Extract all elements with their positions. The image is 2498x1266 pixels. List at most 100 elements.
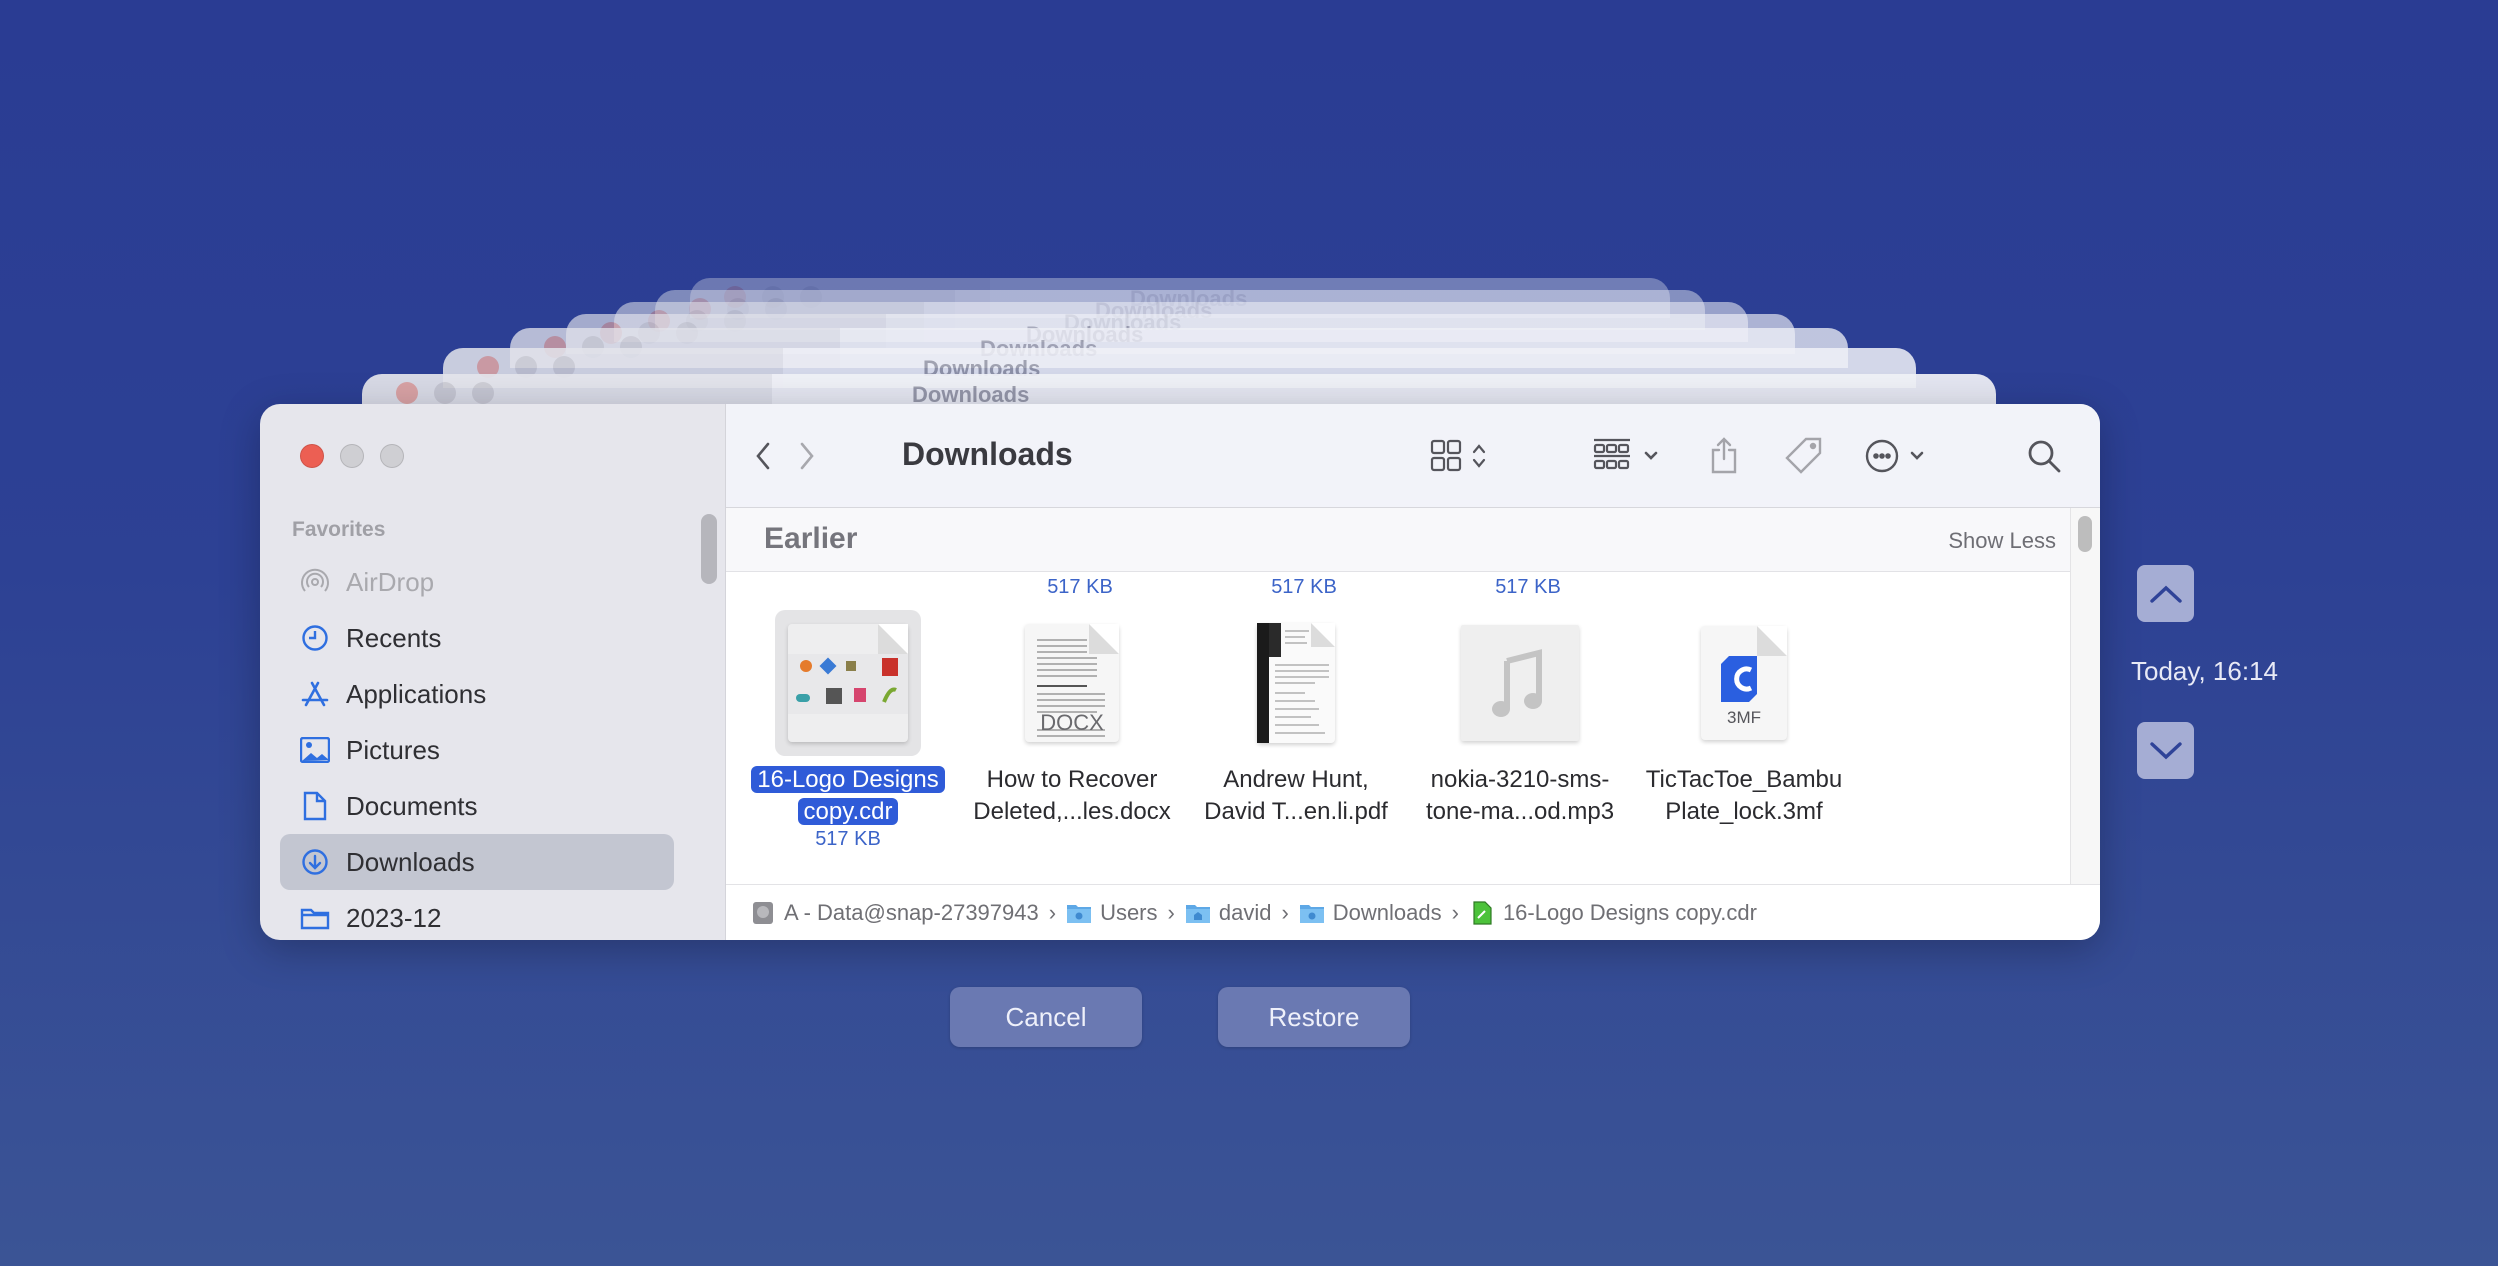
view-mode-button[interactable] [1430,434,1500,478]
restore-button[interactable]: Restore [1218,987,1410,1047]
traffic-lights [300,444,404,468]
file-thumbnail: 3MF [1671,610,1817,756]
sidebar-item-label: AirDrop [346,566,435,597]
path-separator: › [1167,899,1175,925]
file-thumbnail [1223,610,1369,756]
content-scrollbar[interactable] [2070,508,2100,884]
chevron-right-icon [800,442,814,470]
clock-icon [298,621,332,655]
file-item[interactable]: nokia-3210-sms-tone-ma...od.mp3 [1408,610,1632,828]
file-item[interactable]: Andrew Hunt, David T...en.li.pdf [1184,610,1408,828]
sidebar-item-airdrop[interactable]: AirDrop [280,554,674,610]
search-button[interactable] [2024,434,2064,478]
docx-file-icon: DOCX [1025,624,1119,742]
file-size-label: 517 KB [1495,576,1561,598]
more-actions-button[interactable] [1864,434,1944,478]
cancel-button[interactable]: Cancel [950,987,1142,1047]
downloads-folder-icon [1299,904,1324,923]
icon-grid-view-icon [1430,439,1486,472]
sidebar-item-2023-12[interactable]: 2023-12 [280,890,674,940]
favorites-section-label: Favorites [292,518,386,541]
chevron-up-icon [2149,585,2182,603]
snapshot-date-label: Today, 16:14 [2131,656,2278,686]
toolbar: Downloads [726,404,2100,508]
sidebar-item-label: Pictures [346,734,440,765]
share-button[interactable] [1704,434,1744,478]
path-separator: › [1281,899,1289,925]
file-item[interactable]: DOCX How to Recover Deleted,...les.docx [960,610,1184,828]
path-item[interactable]: Users [1066,900,1158,926]
sidebar-item-applications[interactable]: Applications [280,666,674,722]
sidebar: Favorites AirDrop Recents Applications P… [260,404,726,940]
group-by-button[interactable] [1592,434,1672,478]
path-item[interactable]: A - Data@snap-27397943 [750,900,1039,926]
chevron-down-icon [2149,741,2182,759]
download-circle-icon [298,845,332,879]
file-grid: 517 KB 517 KB 517 KB 16-Logo Designs cop… [726,572,2070,884]
file-size-label: 517 KB [1271,576,1337,598]
section-title: Earlier [764,522,858,555]
back-button[interactable] [746,434,780,478]
show-less-button[interactable]: Show Less [1948,528,2056,554]
sidebar-scrollbar[interactable] [701,514,717,584]
path-item[interactable]: david [1185,900,1271,926]
file-size-label: 517 KB [1047,576,1113,598]
group-by-icon [1593,438,1658,470]
forward-button[interactable] [790,434,824,478]
close-button[interactable] [300,444,324,468]
sidebar-item-downloads[interactable]: Downloads [280,834,674,890]
audio-file-icon [1461,625,1579,741]
file-thumbnail: DOCX [999,610,1145,756]
sidebar-item-label: 2023-12 [346,902,442,933]
search-icon [2028,440,2061,473]
file-item[interactable]: 3MF TicTacToe_Bambu Plate_lock.3mf [1632,610,1856,828]
file-name: Andrew Hunt, David T...en.li.pdf [1204,766,1388,825]
3mf-file-icon: 3MF [1701,626,1787,740]
section-header: Earlier Show Less [726,508,2070,572]
file-size: 517 KB [815,828,881,850]
finder-window: Favorites AirDrop Recents Applications P… [260,404,2100,940]
history-traffic-lights [396,382,494,404]
zoom-button[interactable] [380,444,404,468]
minimize-button[interactable] [340,444,364,468]
sidebar-item-recents[interactable]: Recents [280,610,674,666]
scrollbar-thumb[interactable] [2078,516,2092,552]
docx-badge: DOCX [1040,710,1104,735]
home-folder-icon [1185,904,1210,923]
content-area: Downloads Earlier Show Less 517 KB 517 K… [726,404,2100,940]
tag-button[interactable] [1782,434,1826,478]
file-item[interactable]: 16-Logo Designs copy.cdr 517 KB [736,610,960,851]
path-separator: › [1048,899,1057,925]
users-folder-icon [1067,904,1092,923]
sidebar-item-label: Downloads [346,846,475,877]
path-item[interactable]: 16-Logo Designs copy.cdr [1469,900,1757,926]
path-item[interactable]: Downloads [1299,900,1442,926]
file-thumbnail [1447,610,1593,756]
path-separator: › [1451,899,1459,925]
photo-icon [298,733,332,767]
path-bar: A - Data@snap-27397943 › Users › david › [726,884,2100,940]
sidebar-item-documents[interactable]: Documents [280,778,674,834]
sidebar-item-label: Applications [346,678,487,709]
3mf-badge: 3MF [1727,708,1761,727]
file-name: nokia-3210-sms-tone-ma...od.mp3 [1425,766,1615,825]
tag-icon [1785,437,1822,474]
folder-icon [298,901,332,935]
file-name: TicTacToe_Bambu Plate_lock.3mf [1645,766,1843,825]
sidebar-item-label: Documents [346,790,478,821]
applications-icon [298,677,332,711]
music-note-icon [1492,649,1542,717]
earlier-snapshot-button[interactable] [2137,565,2194,622]
later-snapshot-button[interactable] [2137,722,2194,779]
file-name: 16-Logo Designs copy.cdr [751,764,945,828]
sidebar-item-label: Recents [346,622,442,653]
ellipsis-circle-icon [1865,439,1924,473]
cdr-file-icon [1473,900,1492,925]
airdrop-icon [298,565,332,599]
window-title: Downloads [902,436,1073,472]
share-icon [1711,437,1737,474]
sidebar-item-pictures[interactable]: Pictures [280,722,674,778]
chevron-left-icon [756,442,770,470]
document-icon [298,789,332,823]
cdr-preview-icon [788,624,908,742]
